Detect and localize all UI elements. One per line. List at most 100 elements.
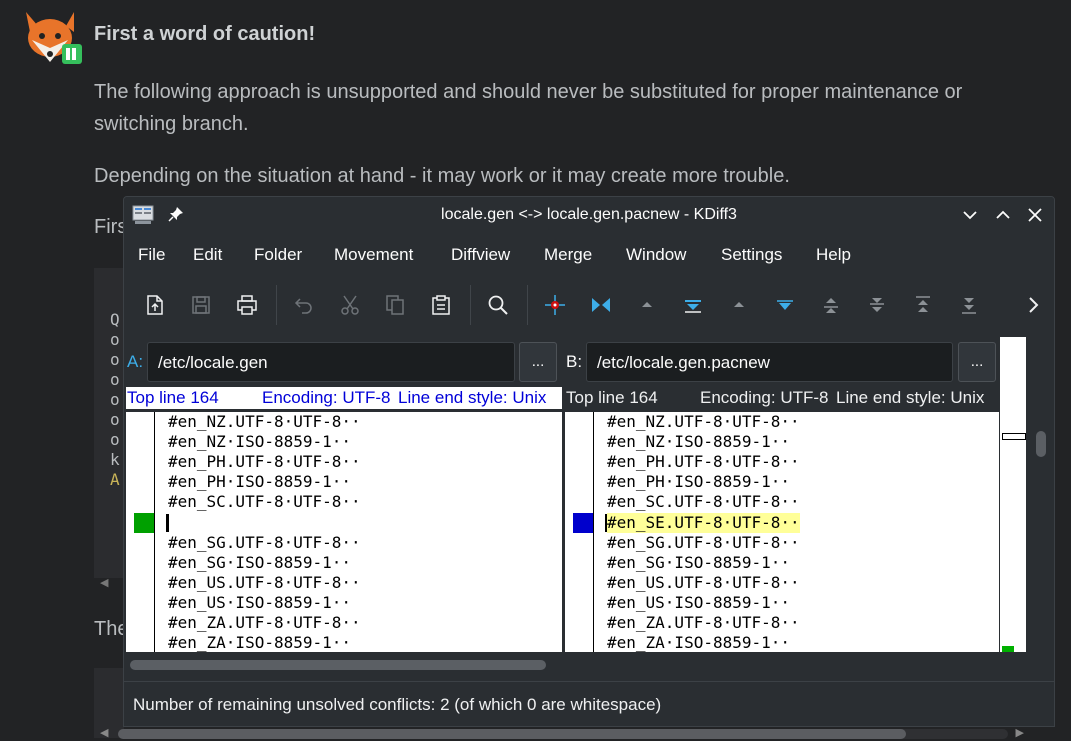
menu-merge[interactable]: Merge <box>544 245 592 265</box>
copy-icon[interactable] <box>381 291 409 319</box>
code-fragment: o <box>110 430 120 449</box>
file-b-browse-button[interactable]: ... <box>958 342 996 382</box>
file-b-path-field[interactable]: /etc/locale.gen.pacnew <box>586 342 953 382</box>
text-line-highlighted: #en_SE.UTF-8·UTF-8·· <box>607 513 800 533</box>
pane-b-top-line: Top line 164 <box>566 388 658 407</box>
go-current-delta-icon[interactable] <box>541 291 569 319</box>
text-line: #en_ZA.UTF-8·UTF-8·· <box>607 613 800 632</box>
text-line: #en_PH.UTF-8·UTF-8·· <box>607 452 800 471</box>
scroll-left-icon[interactable]: ◀ <box>100 726 108 739</box>
more-icon[interactable] <box>1019 291 1047 319</box>
diff-marker-a <box>134 513 154 533</box>
pane-a-encoding: Encoding: UTF-8 <box>262 388 391 407</box>
go-next-unsolved-icon[interactable] <box>863 291 891 319</box>
file-a-path-field[interactable]: /etc/locale.gen <box>147 342 515 382</box>
toolbar-separator <box>527 285 528 325</box>
menu-file[interactable]: File <box>138 245 165 265</box>
scroll-right-icon[interactable]: ▶ <box>1016 726 1024 739</box>
scroll-thumb[interactable] <box>118 729 906 739</box>
diff-vscroll-thumb[interactable] <box>1036 431 1046 457</box>
minimize-icon[interactable] <box>960 205 980 225</box>
text-line: #en_SG.UTF-8·UTF-8·· <box>607 533 800 552</box>
toolbar-separator <box>276 285 277 325</box>
post-paragraph-2: Depending on the situation at hand - it … <box>94 165 790 187</box>
menu-help[interactable]: Help <box>816 245 851 265</box>
pane-b-label: B: <box>566 352 583 371</box>
post-paragraph-1: The following approach is unsupported an… <box>94 81 963 135</box>
code-fragment: k <box>110 450 120 469</box>
page-horizontal-scrollbar[interactable]: ◀ ▶ <box>98 726 1028 740</box>
text-line: #en_SC.UTF-8·UTF-8·· <box>607 492 800 511</box>
pane-b-encoding: Encoding: UTF-8 <box>700 388 829 407</box>
post-heading: First a word of caution! <box>94 23 316 45</box>
status-bar: Number of remaining unsolved conflicts: … <box>124 681 1054 726</box>
go-prev-delta-icon[interactable] <box>633 291 661 319</box>
diff-marker-b <box>573 513 593 533</box>
close-icon[interactable] <box>1025 205 1045 225</box>
diff-horizontal-scrollbar[interactable] <box>126 655 999 675</box>
go-prev-conflict-icon[interactable] <box>725 291 753 319</box>
status-text: Number of remaining unsolved conflicts: … <box>133 695 662 714</box>
text-line: #en_PH.UTF-8·UTF-8·· <box>168 452 361 471</box>
diff-pane-b[interactable]: #en_NZ.UTF-8·UTF-8·· #en_NZ·ISO-8859-1··… <box>565 412 999 652</box>
menu-movement[interactable]: Movement <box>334 245 413 265</box>
code-fragment: o <box>110 410 120 429</box>
go-next-conflict-icon[interactable] <box>771 291 799 319</box>
toolbar <box>124 279 1054 331</box>
code-fragment: o <box>110 350 120 369</box>
menu-edit[interactable]: Edit <box>193 245 222 265</box>
save-icon[interactable] <box>187 291 215 319</box>
fox-avatar-icon <box>26 12 82 64</box>
code-fragment: o <box>110 330 120 349</box>
overview-diff-marker <box>1002 646 1014 652</box>
window-title: locale.gen <-> locale.gen.pacnew - KDiff… <box>441 206 737 223</box>
code-block: Q o o o o o o k A <box>94 268 124 578</box>
text-line: #en_SG·ISO-8859-1·· <box>607 553 791 572</box>
diff-hscroll-thumb[interactable] <box>130 660 546 670</box>
pane-a-label: A: <box>127 352 144 371</box>
go-next-delta-icon[interactable] <box>679 291 707 319</box>
menu-bar: File Edit Folder Movement Diffview Merge… <box>124 237 1054 271</box>
go-top-icon[interactable] <box>587 291 615 319</box>
pane-gutter-divider <box>593 412 594 652</box>
pane-gutter-divider <box>154 412 155 652</box>
text-line: #en_NZ·ISO-8859-1·· <box>607 432 791 451</box>
text-line: #en_PH·ISO-8859-1·· <box>168 472 352 491</box>
code-fragment: o <box>110 370 120 389</box>
title-bar: locale.gen <-> locale.gen.pacnew - KDiff… <box>124 197 1054 233</box>
print-icon[interactable] <box>233 291 261 319</box>
go-first-icon[interactable] <box>909 291 937 319</box>
go-prev-unsolved-icon[interactable] <box>817 291 845 319</box>
text-line: #en_NZ.UTF-8·UTF-8·· <box>168 412 361 431</box>
diff-overview-column[interactable] <box>1000 337 1026 652</box>
new-file-icon[interactable] <box>141 291 169 319</box>
pane-a-info-bar: Top line 164 Encoding: UTF-8 Line end st… <box>126 387 562 409</box>
text-line: #en_ZA·ISO-8859-1·· <box>168 633 352 652</box>
menu-settings[interactable]: Settings <box>721 245 782 265</box>
menu-diffview[interactable]: Diffview <box>451 245 510 265</box>
menu-window[interactable]: Window <box>626 245 686 265</box>
text-line: #en_US.UTF-8·UTF-8·· <box>607 573 800 592</box>
overview-viewport-marker[interactable] <box>1002 433 1026 440</box>
text-line: #en_NZ·ISO-8859-1·· <box>168 432 352 451</box>
cut-icon[interactable] <box>336 291 364 319</box>
text-line: #en_PH·ISO-8859-1·· <box>607 472 791 491</box>
text-line: #en_SG.UTF-8·UTF-8·· <box>168 533 361 552</box>
code-fragment: A <box>110 470 120 489</box>
go-last-icon[interactable] <box>955 291 983 319</box>
text-line: #en_NZ.UTF-8·UTF-8·· <box>607 412 800 431</box>
text-line: #en_US.UTF-8·UTF-8·· <box>168 573 361 592</box>
file-a-browse-button[interactable]: ... <box>519 342 557 382</box>
text-line: #en_SG·ISO-8859-1·· <box>168 553 352 572</box>
paste-icon[interactable] <box>427 291 455 319</box>
diff-vertical-scrollbar[interactable] <box>1028 337 1054 652</box>
undo-icon[interactable] <box>290 291 318 319</box>
search-icon[interactable] <box>484 291 512 319</box>
text-line: #en_US·ISO-8859-1·· <box>168 593 352 612</box>
text-line: #en_US·ISO-8859-1·· <box>607 593 791 612</box>
maximize-icon[interactable] <box>993 205 1013 225</box>
menu-folder[interactable]: Folder <box>254 245 302 265</box>
code-fragment: o <box>110 390 120 409</box>
diff-pane-a[interactable]: #en_NZ.UTF-8·UTF-8·· #en_NZ·ISO-8859-1··… <box>126 412 562 652</box>
code-scroll-left-icon[interactable]: ◀ <box>100 576 108 589</box>
